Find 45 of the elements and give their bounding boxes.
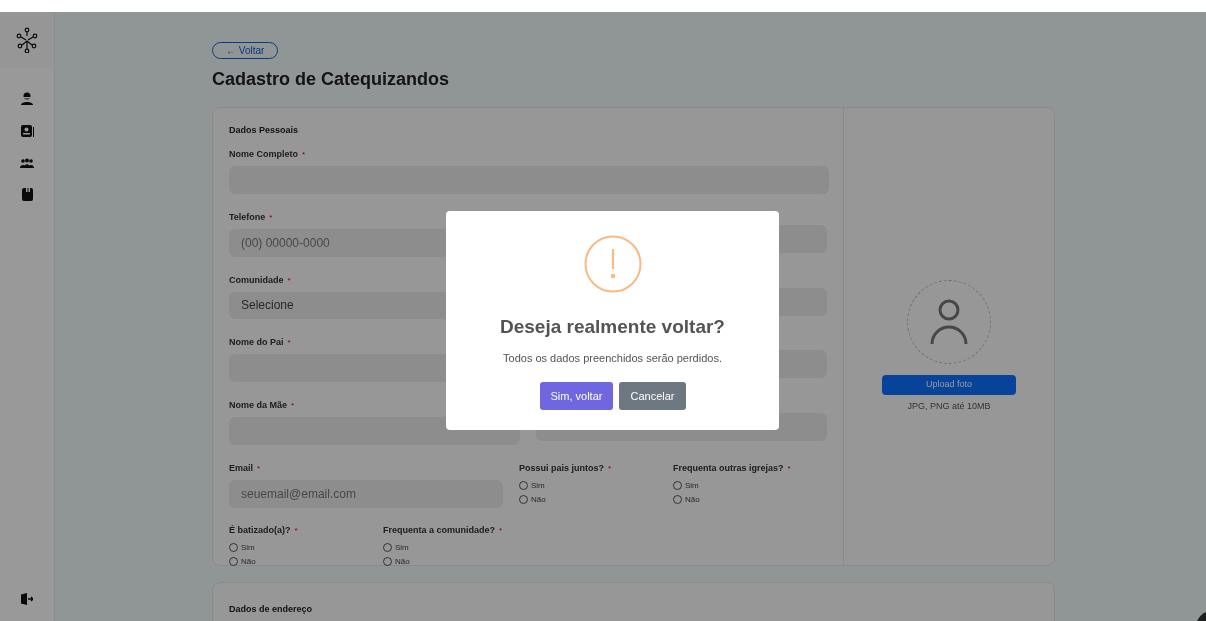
field-label: Nome da Mãe bbox=[229, 398, 288, 412]
cancel-button[interactable]: Cancelar bbox=[619, 382, 686, 410]
required-mark: * bbox=[257, 462, 261, 475]
radio-label: Sim bbox=[241, 541, 255, 554]
field-label: Nome do Pai bbox=[229, 335, 284, 349]
dialog-message: Todos os dados preenchidos serão perdidos. bbox=[503, 350, 722, 366]
group-icon[interactable] bbox=[20, 158, 34, 168]
radio-label: Sim bbox=[395, 541, 409, 554]
field-label: Comunidade bbox=[229, 273, 284, 287]
required-mark: * bbox=[269, 211, 273, 224]
section-title: Dados de endereço bbox=[229, 604, 313, 614]
upload-hint: JPG, PNG até 10MB bbox=[907, 400, 991, 413]
user-icon[interactable] bbox=[21, 92, 33, 105]
upload-button[interactable]: Upload foto bbox=[882, 375, 1016, 395]
required-mark: * bbox=[787, 462, 791, 475]
contact-card-icon[interactable] bbox=[20, 125, 34, 138]
warning-icon bbox=[583, 235, 642, 293]
required-mark: * bbox=[302, 148, 306, 161]
required-mark: * bbox=[294, 524, 298, 537]
field-label: É batizado(a)? bbox=[229, 523, 291, 537]
section-title: Dados Pessoais bbox=[229, 124, 300, 137]
field-label: Frequenta a comunidade? bbox=[383, 523, 496, 537]
radio-label: Não bbox=[685, 493, 700, 506]
field-label: Email bbox=[229, 461, 253, 475]
field-label: Nome Completo bbox=[229, 147, 298, 161]
page-title: Cadastro de Catequizandos bbox=[212, 68, 451, 91]
required-mark: * bbox=[608, 462, 612, 475]
input-field[interactable]: seuemail@email.com bbox=[229, 479, 503, 508]
user-icon bbox=[930, 299, 968, 345]
radio-label: Não bbox=[241, 555, 256, 568]
required-mark: * bbox=[287, 274, 291, 287]
radio-label: Não bbox=[531, 493, 546, 506]
radio-label: Sim bbox=[685, 479, 699, 492]
radio-label: Sim bbox=[531, 479, 545, 492]
logo-icon bbox=[16, 27, 38, 53]
required-mark: * bbox=[499, 524, 503, 537]
confirm-button[interactable]: Sim, voltar bbox=[539, 382, 614, 410]
book-icon[interactable] bbox=[21, 188, 33, 201]
radio-label: Não bbox=[395, 555, 410, 568]
field-label: Frequenta outras igrejas? bbox=[673, 461, 784, 475]
field-label: Possui pais juntos? bbox=[519, 461, 604, 475]
required-mark: * bbox=[287, 336, 291, 349]
field-label: Telefone bbox=[229, 210, 266, 224]
logout-icon[interactable] bbox=[21, 593, 33, 605]
required-mark: * bbox=[291, 399, 295, 412]
